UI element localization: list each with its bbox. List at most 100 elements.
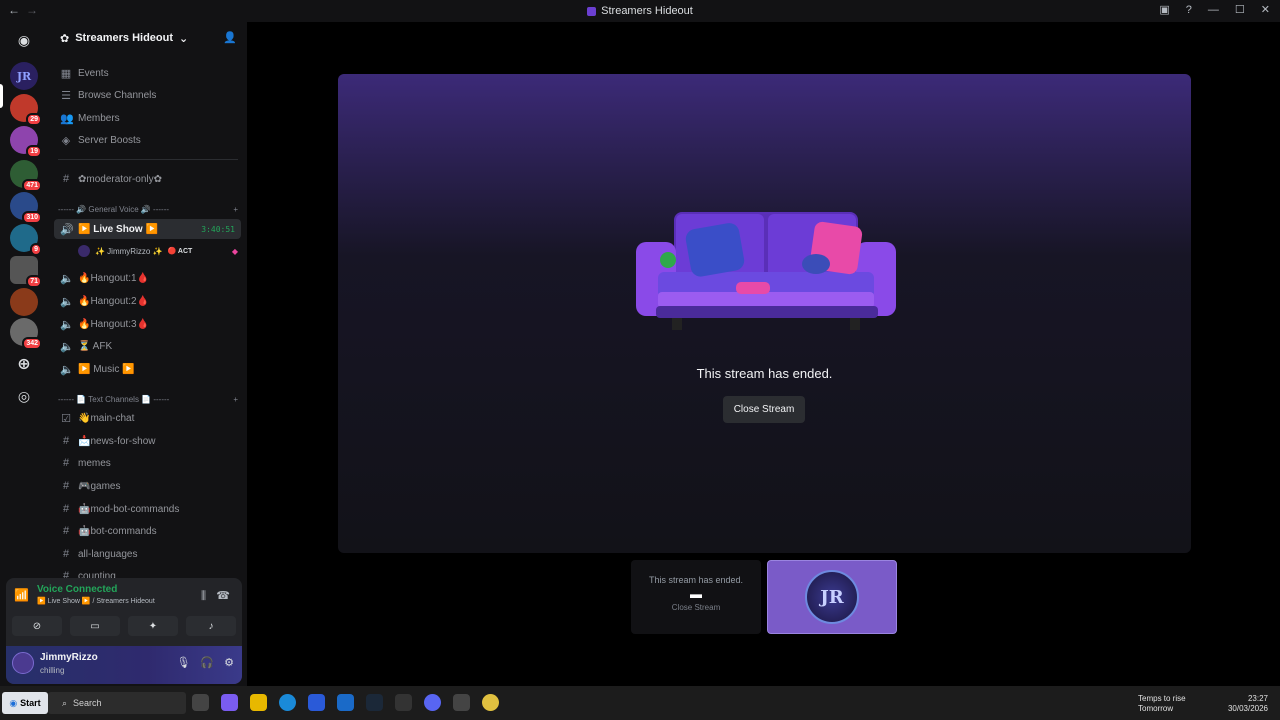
stream-thumbnail[interactable]: This stream has ended. ▬ Close Stream	[631, 560, 761, 634]
headphones-icon[interactable]: 🎧	[200, 656, 214, 669]
steam-icon[interactable]	[366, 694, 383, 711]
speaker-icon: 🔈	[60, 363, 74, 376]
channel-games[interactable]: # 🎮games	[54, 476, 241, 496]
server-icon-1[interactable]: 29	[10, 94, 42, 126]
hash-icon: #	[62, 173, 70, 185]
plus-icon[interactable]: +	[233, 205, 238, 214]
microphone-icon[interactable]: 🎙	[176, 656, 190, 669]
title-bar: ← → Streamers Hideout ▣ ? — ☐ ✕	[0, 0, 1280, 22]
app-icon-2[interactable]	[453, 694, 470, 711]
thumb-close-stream[interactable]: Close Stream	[631, 603, 761, 612]
voice-location[interactable]: ▶️ Live Show ▶️ / Streamers Hideout	[37, 597, 155, 605]
app-icon[interactable]	[395, 694, 412, 711]
plus-icon[interactable]: +	[233, 395, 238, 404]
discover-icon[interactable]: ◎	[10, 382, 38, 410]
menu-events[interactable]: ▦ Events	[54, 63, 241, 83]
disconnect-icon[interactable]: ☎	[216, 589, 230, 602]
voice-channel-hangout-3[interactable]: 🔈 🔥Hangout:3🩸	[54, 314, 241, 334]
invite-people-icon[interactable]: 👤	[223, 31, 237, 44]
weather-widget[interactable]: Temps to rise Tomorrow	[1120, 694, 1186, 714]
soundboard-button[interactable]: ♪	[186, 616, 236, 636]
pinned-apps	[192, 694, 499, 711]
activities-button[interactable]: ✦	[128, 616, 178, 636]
help-icon[interactable]: ?	[1186, 4, 1192, 16]
inbox-icon[interactable]: ▣	[1159, 3, 1169, 16]
speaker-icon: 🔈	[60, 295, 74, 308]
username[interactable]: JimmyRizzo	[40, 652, 98, 663]
noise-suppression-icon[interactable]: ⫼	[201, 590, 206, 603]
server-icon-3[interactable]: 471	[10, 160, 42, 192]
category-general-voice[interactable]: ------ 🔊 General Voice 🔊 ------ +	[58, 205, 238, 214]
list-icon: ☰	[61, 89, 71, 102]
system-clock[interactable]: 23:27 30/03/2026	[1228, 694, 1268, 714]
speaker-icon: 🔈	[60, 318, 74, 331]
add-server-icon[interactable]: ⊕	[10, 350, 38, 378]
voice-channel-hangout-1[interactable]: 🔈 🔥Hangout:1🩸	[54, 268, 241, 288]
camera-off-button[interactable]: ⊘	[12, 616, 62, 636]
taskbar-search[interactable]: ⌕ Search	[48, 692, 186, 714]
members-icon: 👥	[60, 112, 74, 125]
jr-logo: JR	[805, 570, 859, 624]
guild-header[interactable]: ✿ Streamers Hideout ⌄ 👤	[48, 22, 247, 54]
user-avatar[interactable]	[12, 652, 34, 674]
minimize-icon[interactable]: —	[1208, 4, 1219, 16]
signal-icon: 📶	[14, 588, 29, 602]
discord-icon[interactable]	[424, 694, 441, 711]
menu-server-boosts[interactable]: ◈ Server Boosts	[54, 130, 241, 150]
speaker-icon: 🔈	[60, 340, 74, 353]
close-stream-button[interactable]: Close Stream	[723, 396, 805, 423]
channel-mod-bot-commands[interactable]: # 🤖mod-bot-commands	[54, 499, 241, 519]
screen-share-button[interactable]: ▭	[70, 616, 120, 636]
category-text-channels[interactable]: ------ 📄 Text Channels 📄 ------ +	[58, 395, 238, 404]
server-icon-8[interactable]: 342	[10, 318, 42, 350]
channel-news-for-show[interactable]: # 📩news-for-show	[54, 431, 241, 451]
chevron-down-icon: ⌄	[179, 32, 189, 45]
close-icon[interactable]: ✕	[1261, 3, 1270, 16]
selected-indicator	[0, 84, 3, 108]
mail-icon[interactable]	[337, 694, 354, 711]
maximize-icon[interactable]: ☐	[1235, 3, 1245, 16]
hash-icon: #	[62, 548, 70, 560]
channel-all-languages[interactable]: # all-languages	[54, 544, 241, 564]
stream-view: This stream has ended. Close Stream This…	[248, 22, 1280, 686]
server-icon-6[interactable]: 71	[10, 256, 42, 288]
divider	[58, 159, 238, 160]
channel-moderator-only[interactable]: # ✿moderator-only✿	[54, 169, 241, 189]
server-streamers-hideout[interactable]: JR	[10, 62, 38, 90]
voice-user-jimmyrizzo[interactable]: ✨ JimmyRizzo ✨ 🔴 ACT ◆	[78, 243, 238, 259]
voice-channel-live-show[interactable]: 🔊 ▶️ Live Show ▶️ 3:40:51	[54, 219, 241, 239]
voice-channel-afk[interactable]: 🔈 ⏳ AFK	[54, 336, 241, 356]
hash-icon: #	[62, 525, 70, 537]
start-button[interactable]: ◉ Start	[2, 692, 48, 714]
channel-main-chat[interactable]: ☑ 👋main-chat	[54, 408, 241, 428]
task-view-icon[interactable]	[192, 694, 209, 711]
server-icon-5[interactable]: 9	[10, 224, 42, 256]
live-timer: 3:40:51	[201, 224, 235, 234]
copilot-icon[interactable]	[221, 694, 238, 711]
voice-channel-music[interactable]: 🔈 ▶️ Music ▶️	[54, 359, 241, 379]
server-icon-4[interactable]: 310	[10, 192, 42, 224]
file-explorer-icon[interactable]	[250, 694, 267, 711]
edge-icon[interactable]	[279, 694, 296, 711]
server-icon-7[interactable]	[10, 288, 38, 316]
discord-home-icon[interactable]: ◉	[10, 26, 38, 54]
thumb-ended-text: This stream has ended.	[648, 575, 744, 585]
menu-browse-channels[interactable]: ☰ Browse Channels	[54, 85, 241, 105]
speaker-icon: 🔊	[60, 223, 74, 236]
calendar-icon: ▦	[60, 67, 72, 80]
voice-channel-hangout-2[interactable]: 🔈 🔥Hangout:2🩸	[54, 291, 241, 311]
server-icon	[587, 6, 597, 16]
channel-memes[interactable]: # memes	[54, 453, 241, 473]
chrome-icon[interactable]	[482, 694, 499, 711]
speaker-icon: 🔈	[60, 272, 74, 285]
channel-bot-commands[interactable]: # 🤖bot-commands	[54, 521, 241, 541]
window-title: Streamers Hideout	[601, 5, 693, 17]
participant-thumbnails: This stream has ended. ▬ Close Stream JR	[631, 560, 897, 634]
server-icon-2[interactable]: 19	[10, 126, 42, 158]
windows-taskbar: ◉ Start ⌕ Search Temps to rise Tomorrow 23…	[0, 686, 1280, 720]
soundboard-icon: ♪	[208, 620, 214, 632]
menu-members[interactable]: 👥 Members	[54, 108, 241, 128]
user-thumbnail[interactable]: JR	[767, 560, 897, 634]
store-icon[interactable]	[308, 694, 325, 711]
settings-gear-icon[interactable]: ⚙	[224, 656, 234, 669]
